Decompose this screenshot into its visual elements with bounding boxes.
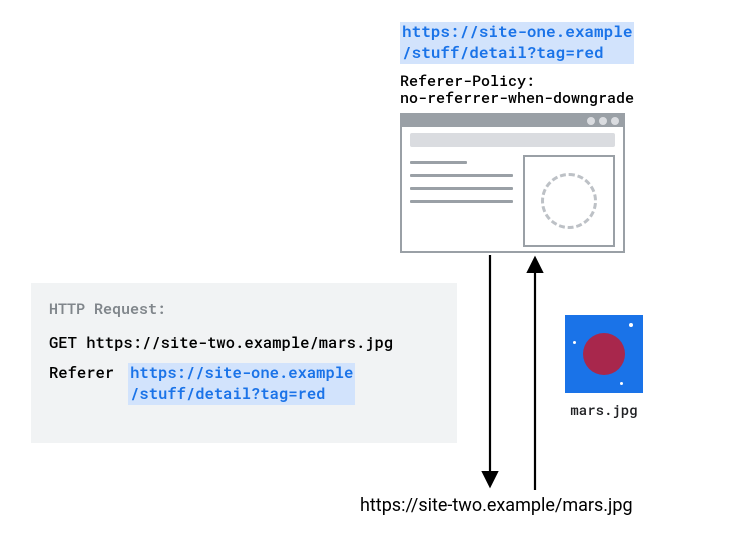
window-control-dot: [611, 117, 619, 125]
page-url-line2: /stuff/detail?tag=red: [402, 42, 604, 63]
page-text-placeholder: [410, 155, 513, 241]
mars-image: [565, 315, 643, 393]
star-icon: [620, 382, 623, 385]
window-control-dot: [599, 117, 607, 125]
image-slot: [523, 155, 615, 247]
image-placeholder-circle: [541, 173, 597, 229]
policy-value: no-referrer-when-downgrade: [400, 90, 634, 107]
page-url-highlight: https://site-one.example /stuff/detail?t…: [400, 22, 634, 64]
request-get-line: GET https://site-two.example/mars.jpg: [49, 333, 439, 353]
page-url-line1: https://site-one.example: [402, 21, 632, 42]
referer-url-line2: /stuff/detail?tag=red: [130, 384, 325, 404]
referer-policy-text: Referer-Policy: no-referrer-when-downgra…: [400, 73, 634, 108]
referer-label: Referer: [49, 363, 114, 383]
text-line: [410, 174, 513, 177]
request-title: HTTP Request:: [49, 299, 439, 319]
window-control-dot: [587, 117, 595, 125]
text-line: [410, 161, 467, 164]
referer-url-highlight: https://site-one.example /stuff/detail?t…: [128, 363, 355, 405]
resource-url: https://site-two.example/mars.jpg: [360, 495, 633, 516]
browser-address-bar: [410, 133, 615, 147]
referer-url-line1: https://site-one.example: [130, 363, 353, 383]
planet-icon: [583, 333, 625, 375]
request-referer-line: Referer https://site-one.example /stuff/…: [49, 363, 439, 405]
star-icon: [573, 341, 576, 344]
text-line: [410, 187, 513, 190]
browser-content: [402, 155, 623, 249]
mars-image-label: mars.jpg: [565, 400, 643, 419]
text-line: [410, 200, 513, 203]
star-icon: [629, 323, 633, 327]
browser-window: [400, 113, 625, 253]
browser-titlebar: [402, 115, 623, 127]
http-request-box: HTTP Request: GET https://site-two.examp…: [31, 283, 457, 443]
